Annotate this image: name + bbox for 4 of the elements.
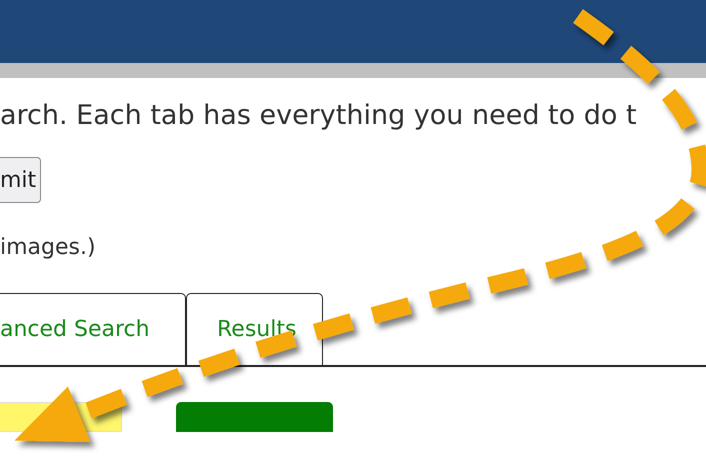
tab[interactable]: anced Search — [0, 293, 186, 365]
note-text: images.) — [0, 234, 97, 262]
submit-button[interactable]: mit — [0, 157, 42, 203]
intro-text: arch. Each tab has everything you need to do t — [0, 99, 638, 133]
